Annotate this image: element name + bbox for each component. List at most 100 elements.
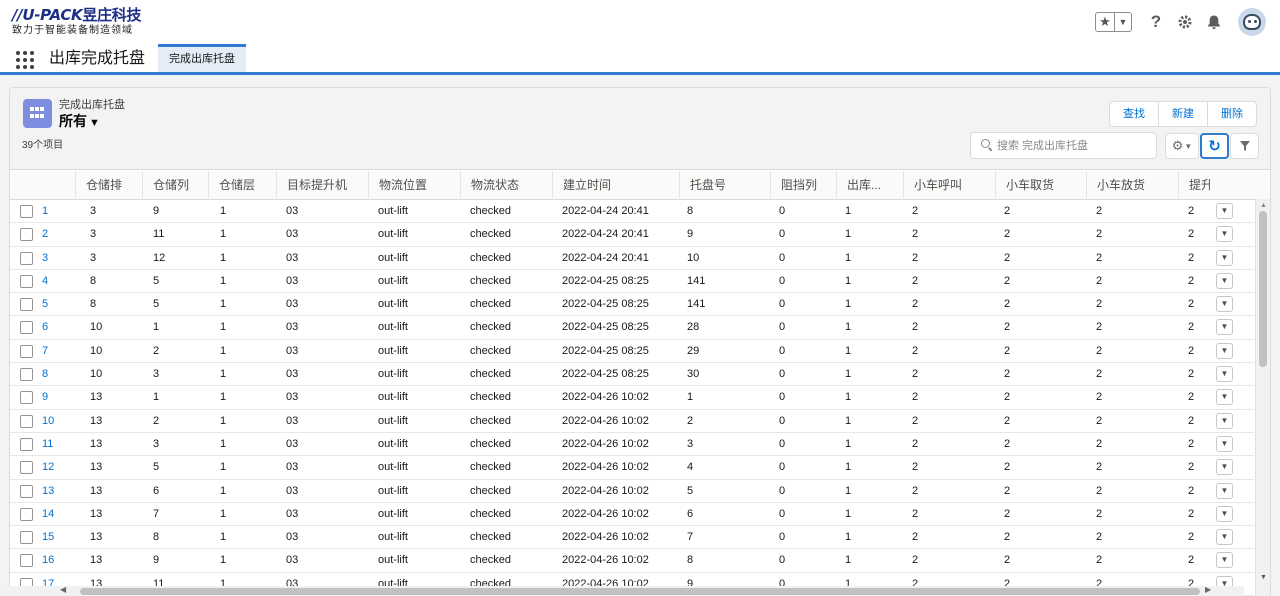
table-row[interactable]: 14 13 7 1 03 out-lift checked 2022-04-26 10:02 6… [10, 503, 1254, 527]
row-number-link[interactable]: 16 [42, 549, 54, 572]
table-row[interactable]: 6 10 1 1 03 out-lift checked 2022-04-25 08:25 28… [10, 316, 1254, 340]
gear-icon[interactable] [1175, 12, 1195, 32]
row-action-menu-icon[interactable]: ▼ [1216, 505, 1233, 522]
vertical-scrollbar[interactable]: ▲ ▼ [1255, 199, 1270, 596]
new-button[interactable]: 新建 [1159, 102, 1208, 126]
delete-button[interactable]: 删除 [1208, 102, 1256, 126]
company-logo[interactable]: //U-PACK昱庄科技 致力于智能装备制造领域 [12, 7, 141, 37]
table-row[interactable]: 10 13 2 1 03 out-lift checked 2022-04-26 10:02 2… [10, 410, 1254, 433]
row-checkbox[interactable] [20, 554, 33, 568]
scroll-right-icon[interactable]: ▶ [1205, 585, 1211, 594]
row-action-menu-icon[interactable]: ▼ [1216, 203, 1233, 219]
table-row[interactable]: 1 3 9 1 03 out-lift checked 2022-04-24 20:41 8 0 1… [10, 200, 1254, 224]
column-header-blocking-column[interactable]: 阻挡列 [770, 171, 836, 200]
row-checkbox[interactable] [20, 531, 33, 545]
question-icon[interactable]: ? [1146, 12, 1166, 32]
table-row[interactable]: 2 3 11 1 03 out-lift checked 2022-04-24 20:41 9 0… [10, 223, 1254, 247]
filter-button[interactable] [1230, 133, 1259, 159]
table-row[interactable]: 13 13 6 1 03 out-lift checked 2022-04-26 10:02 5… [10, 480, 1254, 503]
row-checkbox[interactable] [20, 461, 33, 475]
chevron-down-icon[interactable]: ▼ [1115, 13, 1131, 31]
row-action-menu-icon[interactable]: ▼ [1216, 296, 1233, 313]
row-number-link[interactable]: 2 [42, 223, 48, 246]
row-number-link[interactable]: 13 [42, 480, 54, 503]
table-row[interactable]: 16 13 9 1 03 out-lift checked 2022-04-26 10:02 8… [10, 549, 1254, 573]
row-checkbox[interactable] [20, 251, 33, 265]
row-checkbox[interactable] [20, 344, 33, 358]
row-number-link[interactable]: 12 [42, 456, 54, 479]
scroll-up-icon[interactable]: ▲ [1260, 202, 1267, 209]
row-action-menu-icon[interactable]: ▼ [1216, 366, 1233, 383]
app-launcher-icon[interactable] [16, 51, 34, 69]
bell-icon[interactable] [1204, 12, 1224, 32]
tab-completed-outbound-pallets[interactable]: 完成出库托盘 [158, 44, 246, 72]
row-checkbox[interactable] [20, 205, 33, 218]
list-settings-button[interactable]: ⚙ ▼ [1165, 133, 1199, 159]
row-number-link[interactable]: 11 [42, 433, 53, 456]
column-header-storage-row[interactable]: 仓储排 [75, 171, 142, 200]
row-number-link[interactable]: 7 [42, 340, 48, 363]
row-number-link[interactable]: 4 [42, 270, 48, 293]
table-row[interactable]: 15 13 8 1 03 out-lift checked 2022-04-26 10:02 7… [10, 526, 1254, 550]
row-checkbox[interactable] [20, 321, 33, 335]
row-action-menu-icon[interactable]: ▼ [1216, 249, 1233, 266]
horizontal-scroll-thumb[interactable] [80, 588, 1200, 595]
scroll-down-icon[interactable]: ▼ [1260, 574, 1267, 581]
avatar[interactable] [1238, 8, 1266, 36]
row-number-link[interactable]: 1 [42, 200, 48, 223]
column-header-pallet-number[interactable]: 托盘号 [679, 171, 770, 200]
row-checkbox[interactable] [20, 274, 33, 288]
row-number-link[interactable]: 9 [42, 386, 48, 409]
table-row[interactable]: 12 13 5 1 03 out-lift checked 2022-04-26 10:02 4… [10, 456, 1254, 480]
row-checkbox[interactable] [20, 484, 33, 498]
scroll-left-icon[interactable]: ◀ [60, 585, 66, 594]
list-view-selector[interactable]: 所有 ▼ [59, 112, 100, 132]
row-action-menu-icon[interactable]: ▼ [1216, 435, 1233, 452]
column-header-outbound[interactable]: 出库... [836, 171, 903, 200]
star-icon[interactable]: ★ [1096, 13, 1115, 31]
table-row[interactable]: 8 10 3 1 03 out-lift checked 2022-04-25 08:25 30… [10, 363, 1254, 387]
table-row[interactable]: 11 13 3 1 03 out-lift checked 2022-04-26 10:02 3… [10, 433, 1254, 457]
horizontal-scrollbar[interactable]: ◀ ▶ [0, 585, 1244, 596]
row-action-menu-icon[interactable]: ▼ [1216, 459, 1233, 476]
row-checkbox[interactable] [20, 228, 33, 242]
row-action-menu-icon[interactable]: ▼ [1216, 552, 1233, 569]
row-checkbox[interactable] [20, 298, 33, 312]
column-header-logistics-location[interactable]: 物流位置 [368, 171, 460, 200]
column-header-lift[interactable]: 提升机 [1178, 171, 1210, 200]
search-input[interactable] [997, 137, 1152, 154]
column-header-storage-level[interactable]: 仓储层 [208, 171, 276, 200]
row-number-link[interactable]: 6 [42, 316, 48, 339]
column-header-created-time[interactable]: 建立时间 [552, 171, 679, 200]
row-action-menu-icon[interactable]: ▼ [1216, 482, 1233, 499]
row-action-menu-icon[interactable]: ▼ [1216, 272, 1233, 289]
refresh-button[interactable]: ↻ [1200, 133, 1229, 159]
table-row[interactable]: 5 8 5 1 03 out-lift checked 2022-04-25 08:25 141… [10, 293, 1254, 317]
row-checkbox[interactable] [20, 368, 33, 382]
row-checkbox[interactable] [20, 414, 33, 428]
row-number-link[interactable]: 3 [42, 247, 48, 270]
column-header-cart-call[interactable]: 小车呼叫 [903, 171, 995, 200]
row-action-menu-icon[interactable]: ▼ [1216, 342, 1233, 359]
row-number-link[interactable]: 14 [42, 503, 54, 526]
row-number-link[interactable]: 10 [42, 410, 54, 433]
table-row[interactable]: 3 3 12 1 03 out-lift checked 2022-04-24 20:41 10… [10, 247, 1254, 270]
row-number-link[interactable]: 8 [42, 363, 48, 386]
row-checkbox[interactable] [20, 437, 33, 451]
column-header-cart-pickup[interactable]: 小车取货 [995, 171, 1086, 200]
column-header-storage-column[interactable]: 仓储列 [142, 171, 208, 200]
row-number-link[interactable]: 5 [42, 293, 48, 316]
column-header-cart-dropoff[interactable]: 小车放货 [1086, 171, 1178, 200]
row-number-link[interactable]: 15 [42, 526, 54, 549]
row-action-menu-icon[interactable]: ▼ [1216, 226, 1233, 243]
column-header-logistics-status[interactable]: 物流状态 [460, 171, 552, 200]
column-header-target-lift[interactable]: 目标提升机 [276, 171, 368, 200]
row-action-menu-icon[interactable]: ▼ [1216, 319, 1233, 336]
row-checkbox[interactable] [20, 391, 33, 405]
row-action-menu-icon[interactable]: ▼ [1216, 389, 1233, 406]
row-checkbox[interactable] [20, 507, 33, 521]
row-action-menu-icon[interactable]: ▼ [1216, 412, 1233, 429]
table-row[interactable]: 4 8 5 1 03 out-lift checked 2022-04-25 08:25 141… [10, 270, 1254, 294]
vertical-scroll-thumb[interactable] [1259, 211, 1267, 367]
row-action-menu-icon[interactable]: ▼ [1216, 529, 1233, 546]
